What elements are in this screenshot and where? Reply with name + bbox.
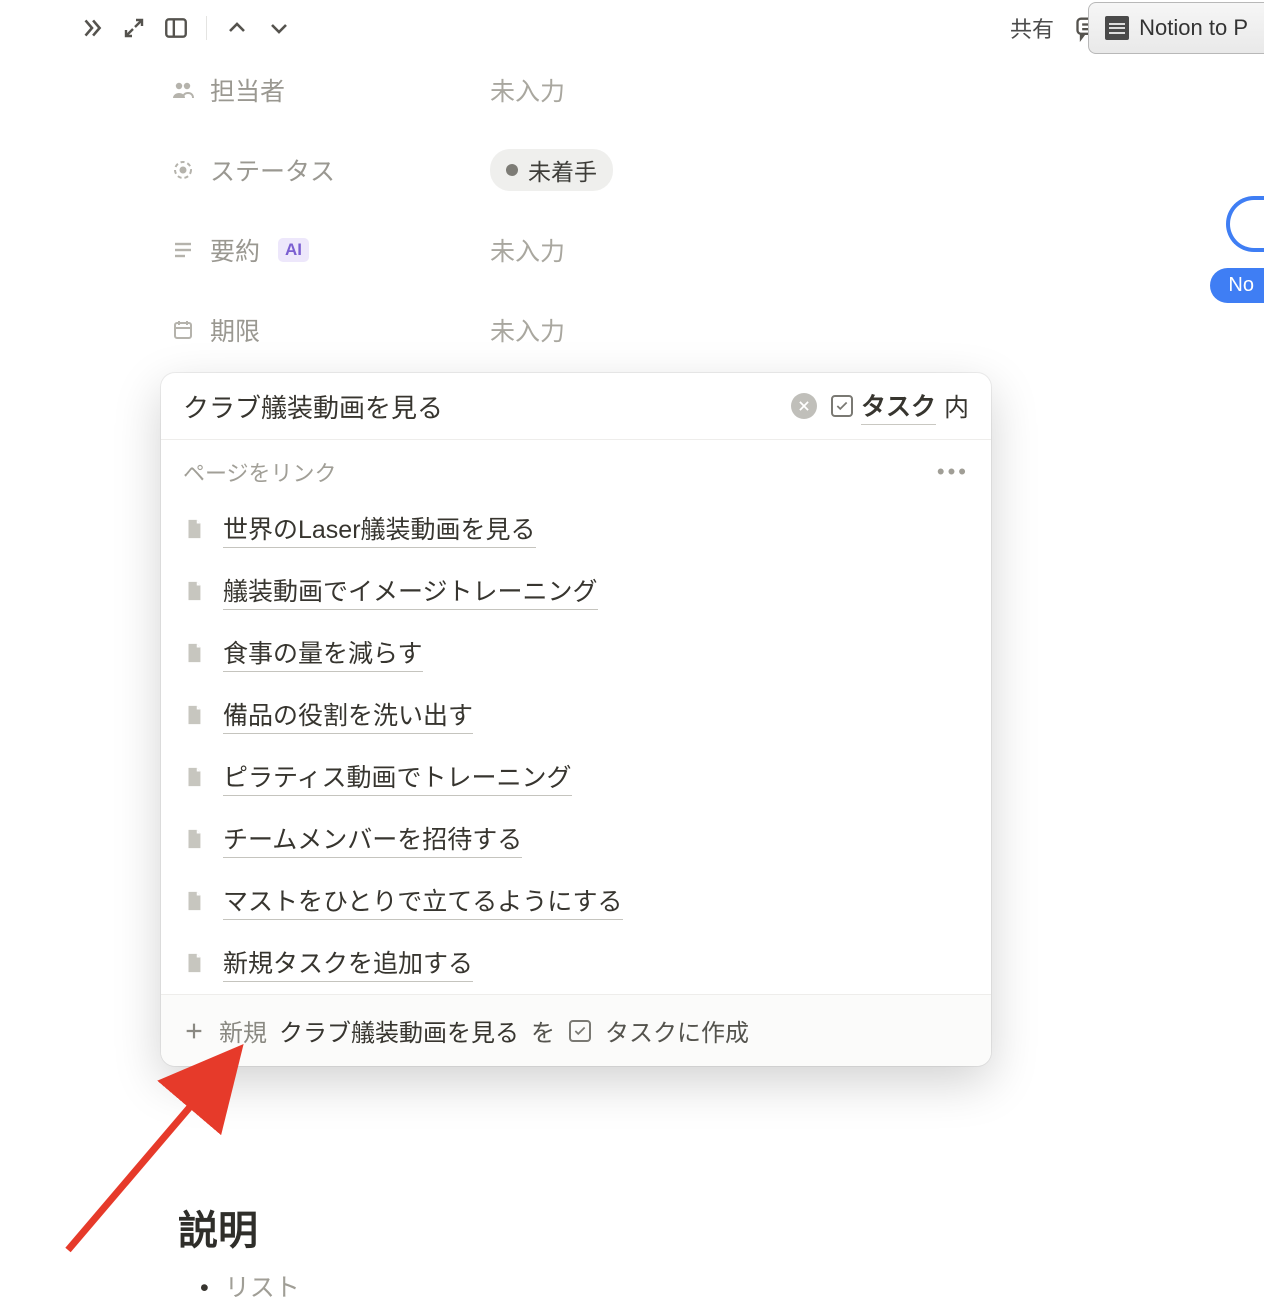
calendar-icon: [170, 318, 196, 342]
page-icon: [183, 951, 205, 975]
property-summary[interactable]: 要約 AI 未入力: [170, 210, 1070, 290]
plus-icon: [181, 1018, 207, 1044]
result-title: 食事の量を減らす: [223, 634, 423, 672]
text-icon: [170, 238, 196, 262]
popup-section-header: ページをリンク •••: [161, 440, 991, 498]
status-dot: [506, 164, 518, 176]
new-middle: を: [531, 1013, 555, 1048]
checkbox-icon: [569, 1020, 591, 1042]
result-item[interactable]: 備品の役割を洗い出す: [161, 684, 991, 746]
property-value[interactable]: 未入力: [490, 72, 565, 108]
result-item[interactable]: マストをひとりで立てるようにする: [161, 870, 991, 932]
page-icon: [183, 827, 205, 851]
search-input[interactable]: [183, 391, 777, 422]
topbar: 共有: [0, 0, 1264, 56]
divider: [206, 16, 207, 40]
page-properties: 担当者 未入力 ステータス 未着手 要約 AI 未入力: [170, 50, 1070, 370]
result-title: チームメンバーを招待する: [223, 820, 522, 858]
chevron-down-icon[interactable]: [265, 14, 293, 42]
floating-circle[interactable]: [1226, 196, 1264, 252]
scope-suffix: 内: [944, 388, 969, 424]
property-label: 要約: [210, 232, 260, 268]
floating-bubble[interactable]: No: [1210, 268, 1264, 303]
property-value[interactable]: 未入力: [490, 312, 565, 348]
chevron-double-right-icon[interactable]: [78, 14, 106, 42]
new-label: 新規: [219, 1013, 267, 1048]
page-icon: [183, 703, 205, 727]
property-value[interactable]: 未入力: [490, 232, 565, 268]
popup-search-row: タスク 内: [161, 373, 991, 440]
results-list: 世界のLaser艤装動画を見る艤装動画でイメージトレーニング食事の量を減らす備品…: [161, 498, 991, 994]
status-text: 未着手: [528, 153, 597, 187]
page-icon: [183, 641, 205, 665]
sidebar-toggle-icon[interactable]: [162, 14, 190, 42]
section-label: ページをリンク: [183, 456, 337, 488]
page-icon: [183, 517, 205, 541]
description-heading: 説明: [178, 1198, 258, 1256]
result-item[interactable]: 新規タスクを追加する: [161, 932, 991, 994]
topbar-left: [78, 14, 293, 42]
ai-badge: AI: [278, 238, 309, 262]
property-label: 担当者: [210, 72, 285, 108]
link-search-popup: タスク 内 ページをリンク ••• 世界のLaser艤装動画を見る艤装動画でイメ…: [161, 373, 991, 1066]
extension-label: Notion to P: [1139, 15, 1248, 41]
chevron-up-icon[interactable]: [223, 14, 251, 42]
result-title: 世界のLaser艤装動画を見る: [223, 510, 536, 548]
share-button[interactable]: 共有: [1010, 12, 1054, 44]
section-more-icon[interactable]: •••: [937, 459, 969, 485]
people-icon: [170, 78, 196, 102]
page-icon: [183, 889, 205, 913]
extension-icon: [1105, 16, 1129, 40]
property-label: ステータス: [210, 152, 335, 188]
status-pill[interactable]: 未着手: [490, 149, 613, 191]
result-item[interactable]: 艤装動画でイメージトレーニング: [161, 560, 991, 622]
new-query: クラブ艤装動画を見る: [279, 1013, 519, 1048]
popup-create-row[interactable]: 新規 クラブ艤装動画を見る を タスクに作成: [161, 994, 991, 1066]
page-icon: [183, 579, 205, 603]
result-item[interactable]: チームメンバーを招待する: [161, 808, 991, 870]
result-item[interactable]: 世界のLaser艤装動画を見る: [161, 498, 991, 560]
property-assignee[interactable]: 担当者 未入力: [170, 50, 1070, 130]
extension-pill[interactable]: Notion to P: [1088, 2, 1264, 54]
new-tail: タスクに作成: [605, 1013, 749, 1048]
result-item[interactable]: 食事の量を減らす: [161, 622, 991, 684]
property-deadline[interactable]: 期限 未入力: [170, 290, 1070, 370]
property-label: 期限: [210, 312, 260, 348]
result-title: 艤装動画でイメージトレーニング: [223, 572, 598, 610]
property-status[interactable]: ステータス 未着手: [170, 130, 1070, 210]
page-icon: [183, 765, 205, 789]
result-title: 新規タスクを追加する: [223, 944, 473, 982]
result-item[interactable]: ピラティス動画でトレーニング: [161, 746, 991, 808]
clear-icon[interactable]: [791, 393, 817, 419]
expand-icon[interactable]: [120, 14, 148, 42]
scope-name: タスク: [861, 387, 936, 425]
search-scope[interactable]: タスク 内: [831, 387, 969, 425]
status-icon: [170, 158, 196, 182]
checkbox-icon: [831, 395, 853, 417]
result-title: マストをひとりで立てるようにする: [223, 882, 623, 920]
result-title: 備品の役割を洗い出す: [223, 696, 473, 734]
result-title: ピラティス動画でトレーニング: [223, 758, 572, 796]
